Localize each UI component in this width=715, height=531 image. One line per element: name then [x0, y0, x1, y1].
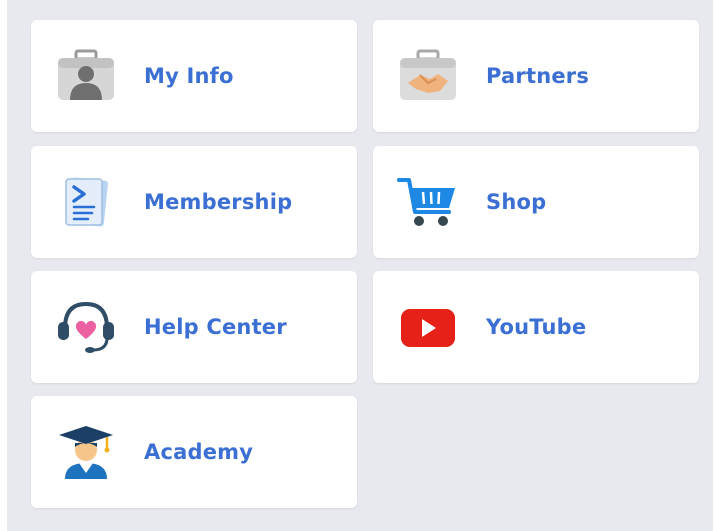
menu-item-label: YouTube [486, 315, 587, 339]
menu-item-help-center[interactable]: Help Center [31, 271, 357, 383]
headset-heart-icon [55, 299, 117, 355]
menu-item-academy[interactable]: Academy [31, 396, 357, 508]
menu-panel: My Info Partners Membership Shop Help Ce… [7, 0, 713, 531]
graduate-icon [55, 424, 117, 480]
menu-item-membership[interactable]: Membership [31, 146, 357, 258]
menu-item-label: Academy [144, 440, 254, 464]
person-briefcase-icon [55, 48, 117, 104]
menu-item-label: Partners [486, 64, 590, 88]
youtube-icon [397, 299, 459, 355]
handshake-briefcase-icon [397, 48, 459, 104]
menu-item-label: Shop [486, 190, 547, 214]
document-icon [55, 174, 117, 230]
menu-item-label: Membership [144, 190, 293, 214]
menu-item-label: My Info [144, 64, 234, 88]
menu-item-youtube[interactable]: YouTube [373, 271, 699, 383]
menu-item-shop[interactable]: Shop [373, 146, 699, 258]
shopping-cart-icon [397, 174, 459, 230]
menu-item-partners[interactable]: Partners [373, 20, 699, 132]
menu-item-label: Help Center [144, 315, 287, 339]
menu-item-my-info[interactable]: My Info [31, 20, 357, 132]
